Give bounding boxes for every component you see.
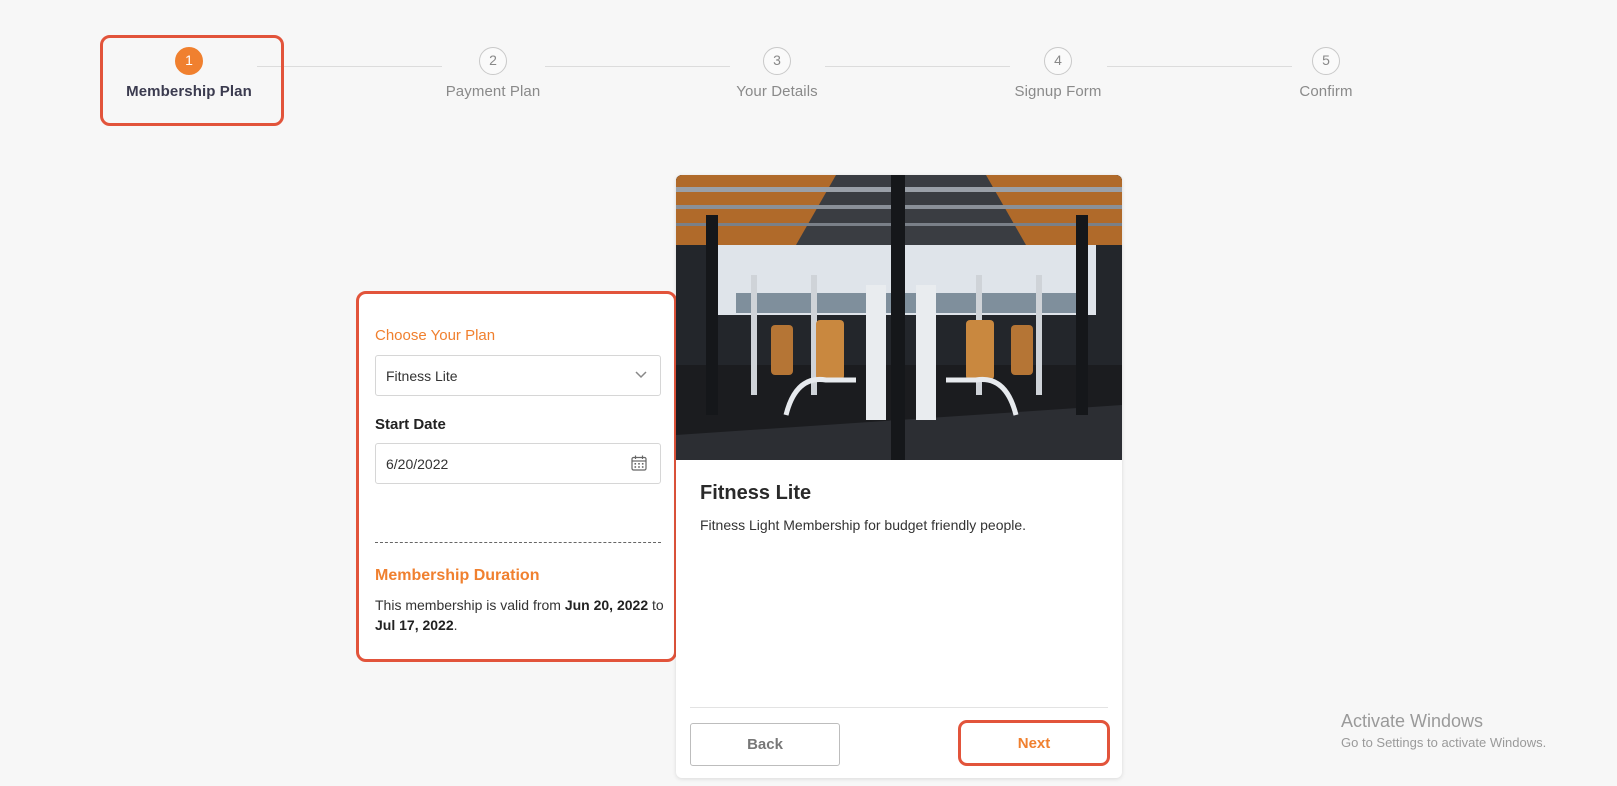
progress-stepper: 1 Membership Plan 2 Payment Plan 3 Your … bbox=[0, 0, 1617, 130]
duration-start-date: Jun 20, 2022 bbox=[564, 597, 649, 613]
plan-select-value: Fitness Lite bbox=[386, 368, 458, 384]
next-button[interactable]: Next bbox=[958, 720, 1110, 766]
plan-select[interactable]: Fitness Lite bbox=[375, 355, 661, 396]
active-step-highlight bbox=[100, 35, 284, 126]
back-button[interactable]: Back bbox=[690, 723, 840, 766]
plan-selection-panel: Choose Your Plan Fitness Lite Start Date… bbox=[356, 291, 677, 662]
section-divider bbox=[375, 542, 661, 543]
watermark-title: Activate Windows bbox=[1341, 711, 1484, 731]
duration-suffix: . bbox=[453, 617, 458, 633]
step-payment-plan[interactable]: 2 Payment Plan bbox=[393, 47, 593, 100]
card-divider bbox=[690, 707, 1108, 708]
step-label: Signup Form bbox=[1014, 83, 1102, 100]
step-number: 4 bbox=[1044, 47, 1072, 75]
choose-plan-label: Choose Your Plan bbox=[375, 327, 496, 344]
start-date-value: 6/20/2022 bbox=[386, 456, 449, 472]
step-number: 2 bbox=[479, 47, 507, 75]
membership-duration-text: This membership is valid from Jun 20, 20… bbox=[375, 595, 665, 635]
start-date-input[interactable]: 6/20/2022 bbox=[375, 443, 661, 484]
duration-end-date: Jul 17, 2022 bbox=[375, 617, 454, 633]
step-number: 3 bbox=[763, 47, 791, 75]
step-confirm[interactable]: 5 Confirm bbox=[1226, 47, 1426, 100]
card-title: Fitness Lite bbox=[700, 482, 812, 504]
membership-duration-title: Membership Duration bbox=[375, 567, 540, 584]
calendar-icon[interactable] bbox=[630, 454, 648, 472]
gym-photo bbox=[676, 175, 1122, 460]
step-number: 5 bbox=[1312, 47, 1340, 75]
chevron-down-icon bbox=[635, 371, 647, 379]
start-date-label: Start Date bbox=[375, 416, 446, 433]
card-description: Fitness Light Membership for budget frie… bbox=[700, 517, 1027, 533]
watermark-subtitle: Go to Settings to activate Windows. bbox=[1341, 735, 1547, 750]
duration-mid: to bbox=[648, 597, 664, 613]
step-signup-form[interactable]: 4 Signup Form bbox=[958, 47, 1158, 100]
duration-prefix: This membership is valid from bbox=[375, 597, 565, 613]
step-label: Your Details bbox=[736, 83, 818, 100]
step-label: Payment Plan bbox=[445, 83, 541, 100]
step-label: Confirm bbox=[1299, 83, 1353, 100]
plan-card: Fitness Lite Fitness Light Membership fo… bbox=[676, 175, 1122, 778]
step-your-details[interactable]: 3 Your Details bbox=[677, 47, 877, 100]
windows-activation-watermark: Activate Windows Go to Settings to activ… bbox=[1341, 711, 1546, 750]
